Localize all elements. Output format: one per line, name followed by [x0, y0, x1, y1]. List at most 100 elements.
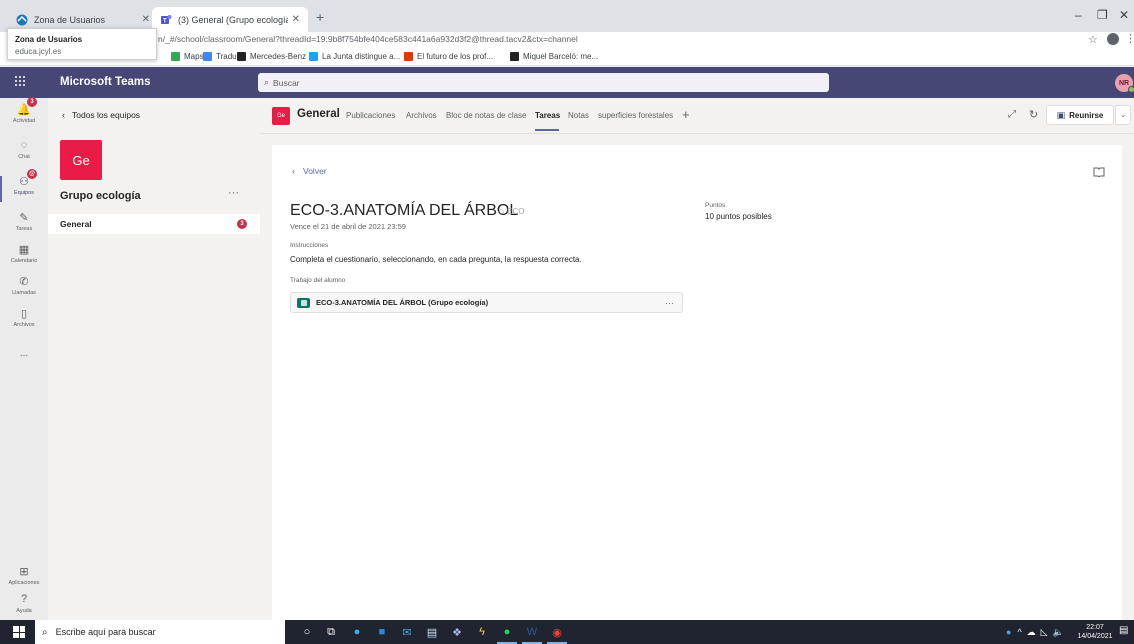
bookmark-label: La Junta distingue a...: [322, 52, 401, 61]
word-icon[interactable]: W: [522, 624, 542, 644]
rail-item-chat[interactable]: ◌ Chat: [0, 138, 48, 172]
close-tab-icon[interactable]: ✕: [142, 14, 150, 25]
app-launcher-icon[interactable]: [14, 75, 26, 90]
instructions-text: Completa el cuestionario, seleccionando,…: [290, 255, 582, 264]
restore-icon[interactable]: ❐: [1097, 8, 1108, 22]
windows-start-icon[interactable]: [13, 626, 25, 638]
avatar[interactable]: NR: [1115, 74, 1134, 93]
file-icon: ▯: [20, 307, 28, 320]
rail-item-equipos[interactable]: ⚇ @ Equipos: [0, 169, 48, 208]
rail-item-[interactable]: ...: [0, 340, 48, 374]
address-bar-row: n/_#/school/classroom/General?threadId=1…: [0, 32, 1134, 50]
close-tab-icon[interactable]: ✕: [292, 14, 300, 25]
bookmark-label: Mercedes-Benz: [250, 52, 307, 61]
channel-header: Ge General Publicaciones Archivos Bloc d…: [260, 98, 1134, 134]
search-input[interactable]: ⌕ Buscar: [258, 73, 829, 92]
bookmark-favicon-icon: [404, 52, 413, 61]
mail-icon[interactable]: ✉: [399, 624, 415, 640]
chrome-icon[interactable]: ◉: [547, 624, 567, 644]
cortana-icon[interactable]: ○: [299, 624, 315, 640]
minimize-icon[interactable]: –: [1075, 8, 1082, 22]
new-tab-button[interactable]: +: [316, 9, 324, 25]
volume-icon[interactable]: 🔈: [1053, 627, 1064, 638]
bookmark-item[interactable]: El futuro de los prof...: [404, 52, 493, 61]
browser-tab-teams[interactable]: T (3) General (Grupo ecología) | Mi ✕: [152, 7, 308, 32]
notification-center-icon[interactable]: ▤: [1119, 625, 1128, 636]
search-icon: ⌕: [264, 77, 270, 87]
clock-time: 22:07: [1086, 624, 1104, 631]
student-work-item[interactable]: ECO-3.ANATOMÍA DEL ÁRBOL (Grupo ecología…: [290, 292, 683, 313]
close-window-icon[interactable]: ✕: [1119, 8, 1129, 22]
channel-item-general[interactable]: General 3: [48, 214, 260, 234]
onedrive-icon[interactable]: ☁: [1027, 627, 1036, 638]
rail-item-tareas[interactable]: ✎ Tareas: [0, 210, 48, 244]
apps-icon: ⊞: [19, 565, 29, 578]
help-tray-icon[interactable]: ●: [1006, 627, 1011, 637]
tab-tareas[interactable]: Tareas: [535, 111, 560, 120]
meet-dropdown-button[interactable]: ⌄: [1115, 105, 1131, 125]
task-view-icon[interactable]: ⧉: [323, 624, 339, 640]
rail-item-calendario[interactable]: ▦ Calendario: [0, 242, 48, 276]
file-explorer-icon[interactable]: ■: [374, 624, 390, 640]
back-to-all-teams-link[interactable]: ‹ Todos los equipos: [62, 110, 140, 120]
tab-bloc-de-notas[interactable]: Bloc de notas de clase: [446, 111, 527, 120]
url-text[interactable]: n/_#/school/classroom/General?threadId=1…: [158, 34, 578, 44]
channel-name: General: [60, 219, 92, 229]
tab-title: Zona de Usuarios: [34, 14, 106, 25]
immersive-reader-icon[interactable]: [1093, 167, 1105, 180]
rail-item-label: Llamadas: [12, 290, 36, 296]
bookmark-item[interactable]: La Junta distingue a...: [309, 52, 400, 61]
rail-item-archivos[interactable]: ▯ Archivos: [0, 306, 48, 340]
bookmark-item[interactable]: Maps: [171, 52, 204, 61]
chevron-left-icon: ‹: [62, 110, 65, 120]
taskbar-clock[interactable]: 22:07 14/04/2021: [1075, 623, 1115, 641]
tab-publicaciones[interactable]: Publicaciones: [346, 111, 395, 120]
app-title: Microsoft Teams: [60, 76, 151, 88]
store-icon[interactable]: ▤: [424, 624, 440, 640]
meet-now-button[interactable]: ▣ Reunirse: [1046, 105, 1114, 125]
chevron-up-icon[interactable]: ^: [1017, 627, 1021, 637]
tab-archivos[interactable]: Archivos: [406, 111, 437, 120]
bookmark-item[interactable]: Mercedes-Benz: [237, 52, 306, 61]
meet-now-label: Reunirse: [1069, 110, 1104, 120]
channel-badge: 3: [237, 219, 247, 229]
rail-item-label: Equipos: [14, 190, 34, 196]
rail-item-llamadas[interactable]: ✆ Llamadas: [0, 274, 48, 308]
calendar-icon: ▦: [18, 243, 30, 256]
team-more-options-icon[interactable]: ···: [228, 187, 239, 199]
bookmark-label: El futuro de los prof...: [417, 52, 494, 61]
bookmark-item[interactable]: Miquel Barceló: me...: [510, 52, 598, 61]
rail-item-label: Ayuda: [16, 608, 32, 614]
assignment-title: ECO-3.ANATOMÍA DEL ÁRBOL: [290, 202, 519, 219]
browser-menu-icon[interactable]: ⋮: [1125, 32, 1134, 45]
channel-team-logo: Ge: [272, 107, 290, 125]
spotify-icon[interactable]: ●: [497, 624, 517, 644]
chevron-left-icon: ‹: [292, 166, 295, 176]
rail-item-actividad[interactable]: 🔔 3 Actividad: [0, 97, 48, 136]
avatar-initials: NR: [1118, 79, 1130, 87]
network-icon[interactable]: ◺: [1041, 627, 1048, 638]
tooltip-title: Zona de Usuarios: [15, 35, 83, 44]
bookmark-star-icon[interactable]: ☆: [1088, 33, 1098, 46]
add-tab-button[interactable]: +: [682, 107, 690, 122]
tab-notas[interactable]: Notas: [568, 111, 589, 120]
presence-icon: [1128, 86, 1134, 93]
refresh-icon[interactable]: ↻: [1029, 108, 1038, 121]
lightning-icon[interactable]: ϟ: [474, 624, 490, 640]
back-button[interactable]: ‹ Volver: [292, 166, 327, 176]
back-label: Todos los equipos: [72, 110, 141, 120]
bookmark-favicon-icon: [171, 52, 180, 61]
dropbox-icon[interactable]: ❖: [449, 624, 465, 640]
tag-label: ECO: [507, 207, 525, 216]
work-item-more-icon[interactable]: ···: [665, 298, 674, 308]
clock-date: 14/04/2021: [1077, 633, 1113, 640]
instructions-label: Instrucciones: [290, 242, 329, 249]
taskbar-search-input[interactable]: ⌕ Escribe aquí para buscar: [35, 620, 285, 644]
rail-item-label: Calendario: [10, 258, 38, 264]
expand-icon[interactable]: ⤢: [1008, 109, 1016, 120]
edge-icon[interactable]: ●: [349, 624, 365, 640]
back-label: Volver: [303, 166, 327, 176]
profile-icon[interactable]: [1107, 33, 1119, 45]
tab-superficies-forestales[interactable]: superficies forestales: [598, 111, 673, 120]
taskbar-search-placeholder: Escribe aquí para buscar: [55, 627, 156, 637]
